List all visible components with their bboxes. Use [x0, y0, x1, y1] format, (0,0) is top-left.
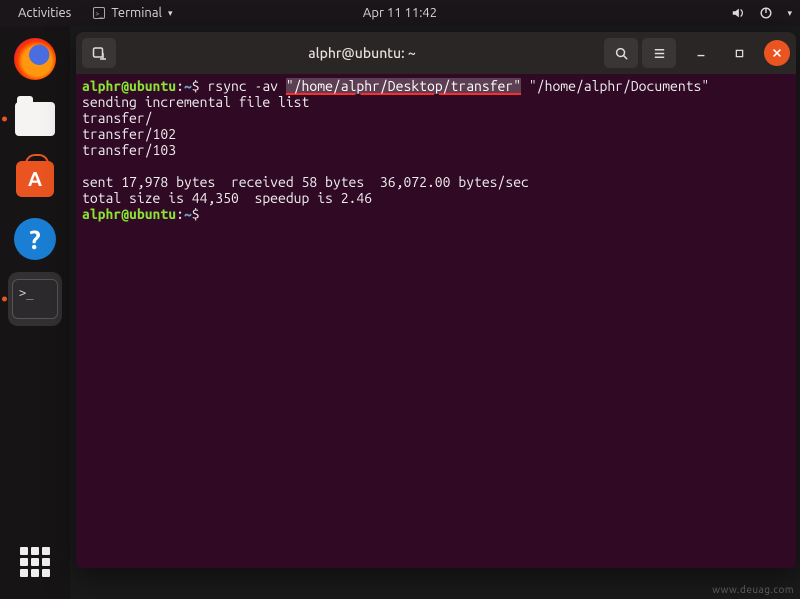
window-titlebar: alphr@ubuntu: ~: [76, 32, 796, 74]
terminal-icon: [93, 7, 105, 19]
dock-item-files[interactable]: [8, 92, 62, 146]
close-button[interactable]: [764, 40, 790, 66]
dock-item-software[interactable]: [8, 152, 62, 206]
app-menu-label: Terminal: [111, 6, 162, 20]
minimize-button[interactable]: [688, 40, 714, 66]
app-menu-button[interactable]: Terminal ▾: [83, 4, 182, 22]
chevron-down-icon: ▾: [168, 8, 173, 19]
new-tab-button[interactable]: [82, 38, 116, 68]
terminal-window: alphr@ubuntu: ~ alphr@ubuntu:~$ rsync -a…: [76, 32, 796, 568]
volume-icon[interactable]: [731, 6, 745, 20]
firefox-icon: [14, 38, 56, 80]
window-title: alphr@ubuntu: ~: [120, 45, 604, 61]
dock: ?: [0, 26, 70, 599]
dock-item-firefox[interactable]: [8, 32, 62, 86]
show-applications-button[interactable]: [8, 535, 62, 589]
clock[interactable]: Apr 11 11:42: [353, 4, 447, 22]
power-icon[interactable]: [759, 6, 773, 20]
dock-item-terminal[interactable]: [8, 272, 62, 326]
system-menu-chevron-icon[interactable]: ▾: [787, 8, 792, 19]
search-button[interactable]: [604, 38, 638, 68]
watermark: www.deuag.com: [712, 584, 794, 595]
dock-item-help[interactable]: ?: [8, 212, 62, 266]
help-icon: ?: [14, 218, 56, 260]
files-icon: [15, 102, 55, 136]
terminal-output[interactable]: alphr@ubuntu:~$ rsync -av "/home/alphr/D…: [76, 74, 796, 568]
activities-button[interactable]: Activities: [8, 4, 81, 22]
hamburger-menu-button[interactable]: [642, 38, 676, 68]
maximize-button[interactable]: [726, 40, 752, 66]
terminal-app-icon: [12, 279, 58, 319]
gnome-topbar: Activities Terminal ▾ Apr 11 11:42 ▾: [0, 0, 800, 26]
software-icon: [16, 161, 54, 197]
grid-icon: [20, 547, 50, 577]
